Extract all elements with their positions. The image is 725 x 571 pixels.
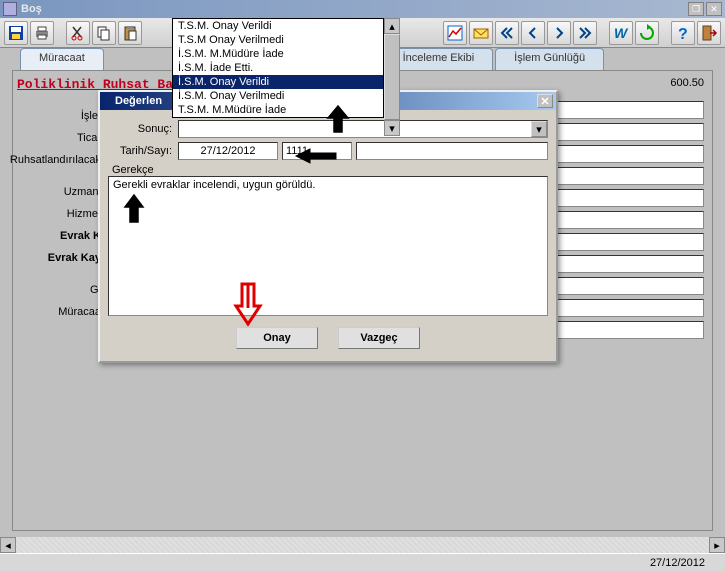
help-button[interactable]: ? [671, 21, 695, 45]
dropdown-scrollbar[interactable]: ▴ ▾ [384, 18, 400, 136]
refresh-button[interactable] [635, 21, 659, 45]
dropdown-item[interactable]: T.S.M Onay Verilmedi [173, 33, 383, 47]
label-hizmet: Hizmet [13, 203, 103, 225]
gerekce-label: Gerekçe [108, 162, 548, 176]
w-button[interactable]: W [609, 21, 633, 45]
dd-scroll-up[interactable]: ▴ [384, 18, 400, 34]
dropdown-item[interactable]: İ.S.M. İade Etti. [173, 61, 383, 75]
label-islet: İşlet [13, 105, 103, 127]
status-bar: 27/12/2012 [0, 553, 725, 571]
dropdown-item[interactable]: T.S.M. M.Müdüre İade [173, 103, 383, 117]
page-number: 600.50 [670, 77, 704, 89]
dropdown-item[interactable]: İ.S.M. Onay Verildi [173, 75, 383, 89]
label-ticar: Ticar [13, 127, 103, 149]
nav-first-button[interactable] [495, 21, 519, 45]
nav-prev-button[interactable] [521, 21, 545, 45]
dd-scroll-thumb[interactable] [384, 34, 400, 120]
tab-muracaat[interactable]: Müracaat [20, 48, 104, 70]
label-ruhsat: Ruhsatlandırılacak [0, 149, 103, 171]
svg-text:?: ? [678, 26, 688, 42]
degerlen-dialog: Değerlen ✕ Sonuç: ▾ Tarih/Sayı: Gerekçe … [98, 90, 558, 363]
sonuc-dropdown-list[interactable]: T.S.M. Onay VerildiT.S.M Onay Verilmediİ… [172, 18, 384, 118]
window-restore-button[interactable]: ❐ [688, 2, 704, 16]
exit-button[interactable] [697, 21, 721, 45]
label-muracaa: Müracaa [13, 301, 103, 323]
mail-button[interactable] [469, 21, 493, 45]
tarih-label: Tarih/Sayı: [108, 145, 178, 157]
label-uzmanl: Uzmanl [13, 181, 103, 203]
scroll-right-button[interactable]: ▸ [709, 537, 725, 553]
app-icon [3, 2, 17, 16]
save-button[interactable] [4, 21, 28, 45]
dialog-icon [103, 95, 115, 107]
scroll-track[interactable] [16, 537, 709, 553]
label-evrak-k: Evrak K [13, 225, 103, 247]
dd-scroll-down[interactable]: ▾ [384, 120, 400, 136]
form-labels: İşlet Ticar Ruhsatlandırılacak Uzmanl Hi… [13, 105, 103, 323]
window-close-button[interactable]: ✕ [706, 2, 722, 16]
label-evrak-kay: Evrak Kay [13, 247, 103, 269]
cut-button[interactable] [66, 21, 90, 45]
paste-button[interactable] [118, 21, 142, 45]
label-gi: Gi [13, 279, 103, 301]
dropdown-item[interactable]: İ.S.M. Onay Verilmedi [173, 89, 383, 103]
nav-last-button[interactable] [573, 21, 597, 45]
copy-button[interactable] [92, 21, 116, 45]
window-title: Boş [21, 3, 686, 15]
nav-next-button[interactable] [547, 21, 571, 45]
sonuc-label: Sonuç: [108, 123, 178, 135]
sayi-input[interactable] [282, 142, 352, 160]
chart-button[interactable] [443, 21, 467, 45]
vazgec-button[interactable]: Vazgeç [338, 327, 420, 349]
dropdown-item[interactable]: T.S.M. Onay Verildi [173, 19, 383, 33]
dropdown-item[interactable]: İ.S.M. M.Müdüre İade [173, 47, 383, 61]
onay-button[interactable]: Onay [236, 327, 318, 349]
sonuc-combo[interactable]: ▾ [178, 120, 548, 138]
tab-islem-gunlugu[interactable]: İşlem Günlüğü [495, 48, 604, 70]
tarih-input[interactable] [178, 142, 278, 160]
svg-text:W: W [614, 25, 629, 41]
window-titlebar: Boş ❐ ✕ [0, 0, 725, 18]
sayi-extra-field[interactable] [356, 142, 548, 160]
status-date: 27/12/2012 [650, 557, 705, 569]
horizontal-scrollbar[interactable]: ◂ ▸ [0, 537, 725, 553]
gerekce-textarea[interactable] [108, 176, 548, 316]
print-button[interactable] [30, 21, 54, 45]
dialog-close-button[interactable]: ✕ [537, 94, 553, 108]
scroll-left-button[interactable]: ◂ [0, 537, 16, 553]
combo-dropdown-button[interactable]: ▾ [531, 121, 547, 137]
